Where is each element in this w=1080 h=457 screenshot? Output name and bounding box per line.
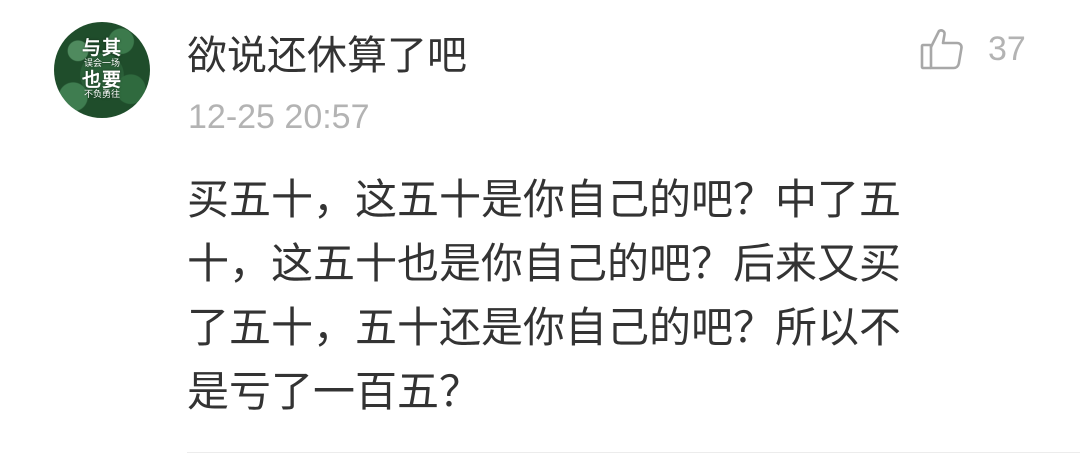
comment-item: 与其 误会一场 也要 不负勇往 欲说还休算了吧 12-25 20:57 37 买… bbox=[0, 0, 1080, 457]
like-count: 37 bbox=[988, 30, 1026, 68]
comment-timestamp: 12-25 20:57 bbox=[188, 98, 370, 136]
like-button[interactable]: 37 bbox=[918, 24, 1026, 74]
comment-content-line: 十，这五十也是你自己的吧？后来又买 bbox=[187, 239, 902, 288]
avatar-text-line: 也要 bbox=[81, 68, 122, 91]
divider bbox=[187, 452, 1080, 453]
username[interactable]: 欲说还休算了吧 bbox=[187, 30, 467, 82]
avatar-text-line: 不负勇往 bbox=[83, 90, 120, 101]
comment-content: 买五十，这五十是你自己的吧？中了五 十，这五十也是你自己的吧？后来又买 了五十，… bbox=[187, 168, 1017, 424]
thumbs-up-icon bbox=[920, 29, 963, 70]
avatar[interactable]: 与其 误会一场 也要 不负勇往 bbox=[54, 22, 150, 118]
comment-content-line: 买五十，这五十是你自己的吧？中了五 bbox=[187, 175, 902, 224]
avatar-text-line: 与其 bbox=[81, 37, 122, 60]
comment-content-line: 了五十，五十还是你自己的吧？所以不 bbox=[187, 303, 902, 352]
comment-content-line: 是亏了一百五？ bbox=[187, 367, 482, 416]
avatar-text: 与其 误会一场 也要 不负勇往 bbox=[54, 22, 150, 118]
